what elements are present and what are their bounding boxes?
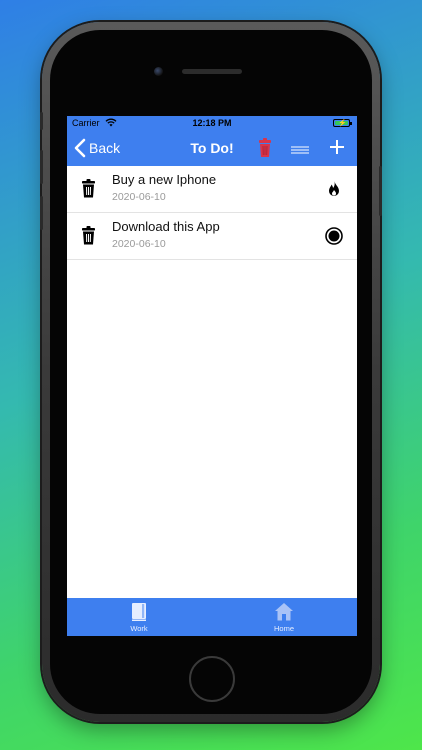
todo-title: Download this App bbox=[112, 219, 220, 234]
lines-icon[interactable] bbox=[291, 146, 309, 154]
tab-label: Home bbox=[273, 624, 294, 633]
todo-list: Buy a new Iphone 2020-06-10 Download thi… bbox=[67, 166, 357, 260]
app-screen: Carrier 12:18 PM ⚡ Back To Do! Buy a new… bbox=[67, 116, 357, 636]
todo-date: 2020-06-10 bbox=[112, 191, 166, 203]
trash-icon[interactable] bbox=[258, 138, 272, 158]
radio-circle-icon[interactable] bbox=[325, 227, 343, 245]
front-camera bbox=[154, 67, 163, 76]
home-button[interactable] bbox=[189, 656, 235, 702]
todo-date: 2020-06-10 bbox=[112, 238, 166, 250]
power-button bbox=[379, 166, 382, 216]
status-bar: Carrier 12:18 PM ⚡ bbox=[67, 116, 357, 130]
list-item[interactable]: Buy a new Iphone 2020-06-10 bbox=[67, 166, 357, 213]
page-title: To Do! bbox=[190, 140, 234, 156]
house-icon bbox=[275, 603, 293, 621]
book-icon bbox=[132, 603, 146, 621]
navigation-bar: Back To Do! bbox=[67, 130, 357, 166]
tab-label: Work bbox=[130, 624, 148, 633]
status-time: 12:18 PM bbox=[192, 118, 232, 128]
trash-icon[interactable] bbox=[81, 226, 96, 245]
battery-charging-icon: ⚡ bbox=[333, 119, 352, 127]
volume-down-button bbox=[40, 196, 43, 230]
tab-home[interactable]: Home bbox=[254, 602, 314, 633]
tab-work[interactable]: Work bbox=[109, 602, 169, 633]
list-item[interactable]: Download this App 2020-06-10 bbox=[67, 213, 357, 260]
mute-switch bbox=[40, 112, 43, 130]
volume-up-button bbox=[40, 150, 43, 184]
earpiece-speaker bbox=[182, 69, 242, 74]
tab-bar: Work Home bbox=[67, 598, 357, 636]
trash-icon[interactable] bbox=[81, 179, 96, 198]
fire-icon[interactable] bbox=[325, 180, 343, 198]
todo-title: Buy a new Iphone bbox=[112, 172, 217, 187]
plus-icon[interactable] bbox=[329, 139, 345, 155]
